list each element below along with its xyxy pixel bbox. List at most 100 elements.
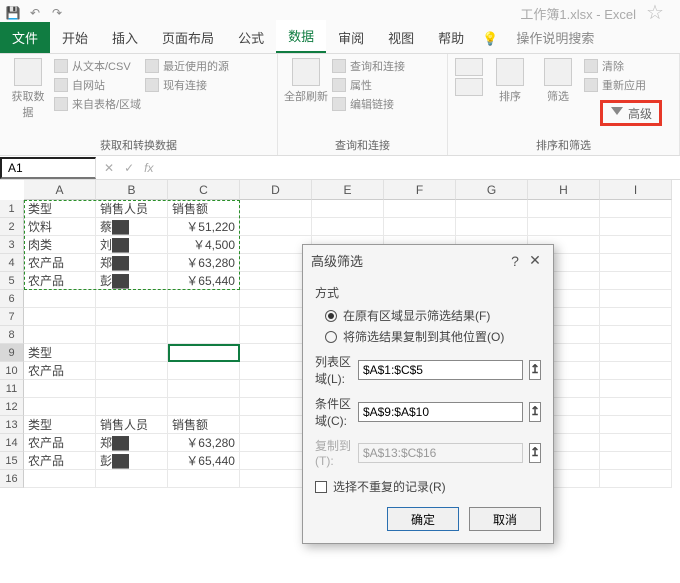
cell[interactable] (600, 308, 672, 326)
tab-view[interactable]: 视图 (376, 22, 426, 53)
cell[interactable] (600, 200, 672, 218)
cell[interactable]: ￥65,440 (168, 272, 240, 290)
cell[interactable] (600, 272, 672, 290)
tab-file[interactable]: 文件 (0, 22, 50, 53)
cell[interactable]: 农产品 (24, 272, 96, 290)
cell[interactable] (600, 344, 672, 362)
tab-review[interactable]: 审阅 (326, 22, 376, 53)
cell[interactable] (600, 254, 672, 272)
cell[interactable] (168, 290, 240, 308)
properties-button[interactable]: 属性 (332, 77, 405, 93)
cell[interactable] (168, 398, 240, 416)
confirm-icon[interactable]: ✓ (124, 161, 134, 175)
cell[interactable] (168, 380, 240, 398)
cell[interactable] (24, 326, 96, 344)
cell[interactable] (96, 398, 168, 416)
reapply-button[interactable]: 重新应用 (584, 77, 646, 93)
undo-icon[interactable]: ↶ (28, 6, 42, 20)
cell[interactable]: 销售人员 (96, 416, 168, 434)
radio-filter-inplace[interactable]: 在原有区域显示筛选结果(F) (325, 307, 541, 324)
cell[interactable]: 肉类 (24, 236, 96, 254)
sort-asc-button[interactable] (454, 58, 484, 96)
cell[interactable] (24, 290, 96, 308)
cancel-icon[interactable]: ✕ (104, 161, 114, 175)
redo-icon[interactable]: ↷ (50, 6, 64, 20)
cell[interactable] (600, 380, 672, 398)
cell[interactable] (456, 218, 528, 236)
tab-data[interactable]: 数据 (276, 20, 326, 53)
range-picker-icon[interactable]: ↥ (529, 443, 541, 463)
cell[interactable] (600, 416, 672, 434)
cell[interactable] (24, 380, 96, 398)
row-header[interactable]: 5 (0, 272, 24, 290)
cell[interactable] (24, 398, 96, 416)
refresh-all-button[interactable]: 全部刷新 (284, 58, 328, 104)
filter-button[interactable]: 筛选 (536, 58, 580, 104)
cell[interactable] (456, 200, 528, 218)
cell[interactable] (312, 218, 384, 236)
cell[interactable]: 销售额 (168, 416, 240, 434)
cell[interactable] (96, 380, 168, 398)
cell[interactable]: ￥4,500 (168, 236, 240, 254)
cell[interactable]: 农产品 (24, 434, 96, 452)
tell-me-search[interactable]: 操作说明搜索 (504, 22, 606, 53)
range-picker-icon[interactable]: ↥ (529, 402, 541, 422)
cell[interactable]: 刘██ (96, 236, 168, 254)
cell[interactable] (168, 344, 240, 362)
save-icon[interactable]: 💾 (6, 6, 20, 20)
from-csv-button[interactable]: 从文本/CSV (54, 58, 141, 74)
dialog-help-icon[interactable]: ? (505, 253, 525, 269)
cell[interactable]: 饮料 (24, 218, 96, 236)
cell[interactable] (240, 218, 312, 236)
cell[interactable] (600, 452, 672, 470)
cell[interactable]: 农产品 (24, 452, 96, 470)
cell[interactable] (96, 470, 168, 488)
row-header[interactable]: 9 (0, 344, 24, 362)
cell[interactable] (96, 290, 168, 308)
row-header[interactable]: 4 (0, 254, 24, 272)
cell[interactable]: 郑██ (96, 254, 168, 272)
cell[interactable]: 销售人员 (96, 200, 168, 218)
row-header[interactable]: 12 (0, 398, 24, 416)
cell[interactable]: 类型 (24, 344, 96, 362)
cell[interactable] (168, 308, 240, 326)
cell[interactable] (600, 290, 672, 308)
row-header[interactable]: 16 (0, 470, 24, 488)
cell[interactable] (24, 308, 96, 326)
fx-icon[interactable]: fx (144, 161, 153, 175)
queries-button[interactable]: 查询和连接 (332, 58, 405, 74)
get-data-button[interactable]: 获取数 据 (6, 58, 50, 120)
from-web-button[interactable]: 自网站 (54, 77, 141, 93)
cell[interactable] (600, 470, 672, 488)
row-header[interactable]: 13 (0, 416, 24, 434)
star-icon[interactable]: ☆ (646, 0, 674, 26)
cell[interactable] (600, 434, 672, 452)
cell[interactable]: ￥63,280 (168, 434, 240, 452)
row-header[interactable]: 10 (0, 362, 24, 380)
cell[interactable] (96, 344, 168, 362)
cell[interactable]: ￥63,280 (168, 254, 240, 272)
cell[interactable] (384, 218, 456, 236)
cell[interactable] (96, 362, 168, 380)
cell[interactable]: 类型 (24, 200, 96, 218)
cell[interactable] (312, 200, 384, 218)
recent-sources-button[interactable]: 最近使用的源 (145, 58, 229, 74)
tab-home[interactable]: 开始 (50, 22, 100, 53)
radio-copy-to[interactable]: 将筛选结果复制到其他位置(O) (325, 328, 541, 345)
cell[interactable]: ￥65,440 (168, 452, 240, 470)
clear-filter-button[interactable]: 清除 (584, 58, 646, 74)
advanced-filter-button[interactable]: 高级 (600, 100, 662, 126)
row-header[interactable]: 11 (0, 380, 24, 398)
cell[interactable]: 农产品 (24, 254, 96, 272)
cell[interactable] (600, 236, 672, 254)
cell[interactable] (600, 218, 672, 236)
tab-formula[interactable]: 公式 (226, 22, 276, 53)
existing-conn-button[interactable]: 现有连接 (145, 77, 229, 93)
cell[interactable]: 郑██ (96, 434, 168, 452)
sort-button[interactable]: 排序 (488, 58, 532, 104)
cell[interactable] (600, 362, 672, 380)
cell[interactable] (528, 200, 600, 218)
from-table-button[interactable]: 来自表格/区域 (54, 96, 141, 112)
edit-links-button[interactable]: 编辑链接 (332, 96, 405, 112)
range-picker-icon[interactable]: ↥ (529, 360, 541, 380)
